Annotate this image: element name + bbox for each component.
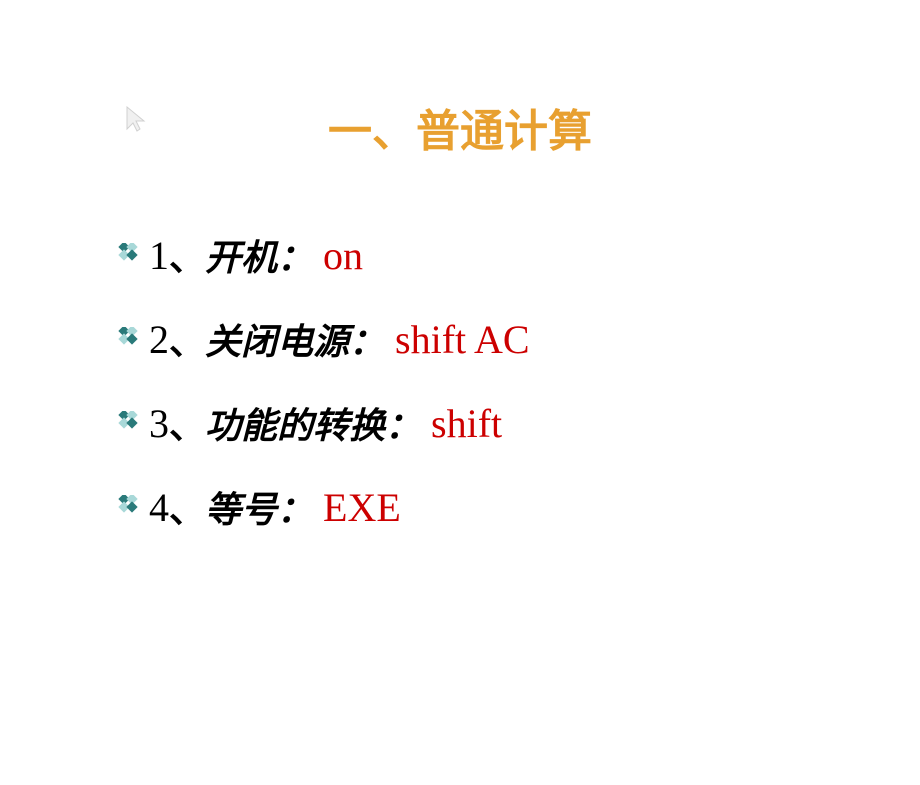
diamond-bullet-icon [115, 232, 141, 279]
item-label: 关闭电源： [205, 313, 385, 365]
item-value: shift AC [395, 316, 529, 363]
item-number: 3 [149, 400, 169, 447]
list-item: 2 、 关闭电源： shift AC [115, 313, 920, 365]
list-item: 4 、 等号： EXE [115, 481, 920, 533]
item-label: 功能的转换： [205, 397, 421, 449]
item-separator: 、 [169, 397, 205, 449]
item-value: on [323, 232, 363, 279]
item-number: 1 [149, 232, 169, 279]
item-value: shift [431, 400, 502, 447]
diamond-bullet-icon [115, 316, 141, 363]
item-label: 开机： [205, 229, 313, 281]
item-label: 等号： [205, 481, 313, 533]
diamond-bullet-icon [115, 400, 141, 447]
content-list: 1 、 开机： on 2 、 关闭电源： shift AC 3 [115, 229, 920, 533]
item-number: 4 [149, 484, 169, 531]
item-separator: 、 [169, 229, 205, 281]
item-separator: 、 [169, 481, 205, 533]
item-separator: 、 [169, 313, 205, 365]
item-number: 2 [149, 316, 169, 363]
list-item: 1 、 开机： on [115, 229, 920, 281]
cursor-icon [125, 105, 147, 138]
diamond-bullet-icon [115, 484, 141, 531]
item-value: EXE [323, 484, 401, 531]
list-item: 3 、 功能的转换： shift [115, 397, 920, 449]
